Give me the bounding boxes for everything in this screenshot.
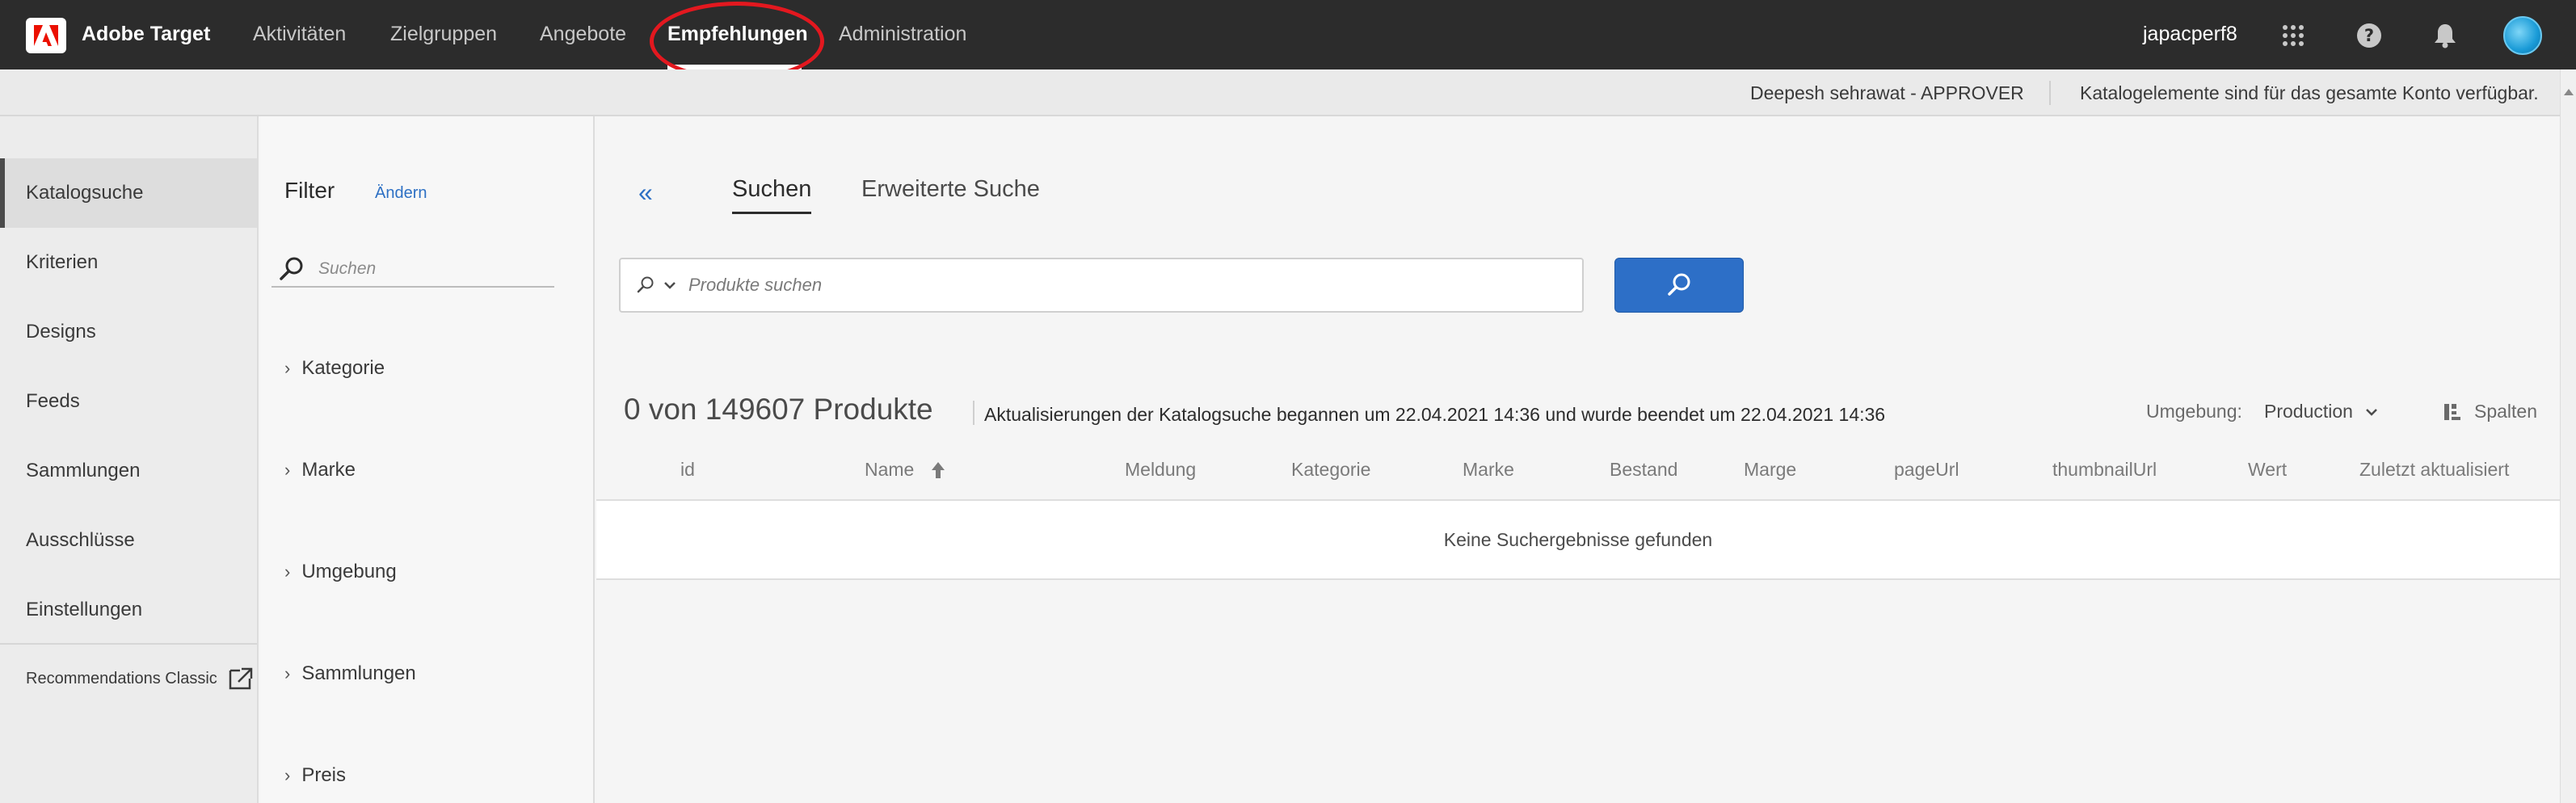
column-header-meldung[interactable]: Meldung [1125,459,1196,481]
sort-ascending-icon [932,461,945,478]
nav-kriterien[interactable]: Kriterien [0,228,257,297]
column-header-marke[interactable]: Marke [1463,459,1514,481]
filter-search-input[interactable]: Suchen [271,252,554,288]
catalog-update-status: Aktualisierungen der Katalogsuche begann… [984,404,1886,425]
chevron-right-icon: › [284,460,291,480]
nav-ausschluesse[interactable]: Ausschlüsse [0,506,257,575]
nav-designs[interactable]: Designs [0,297,257,367]
avatar[interactable] [2503,16,2542,55]
environment-value: Production [2264,401,2353,422]
divider [2049,81,2051,105]
environment-label: Umgebung: [2146,401,2242,422]
chevron-right-icon: › [284,358,291,378]
search-icon [280,257,303,280]
app-name[interactable]: Adobe Target [82,23,210,46]
facet-kategorie[interactable]: › Kategorie [284,357,385,380]
facet-umgebung[interactable]: › Umgebung [284,561,397,583]
search-icon [1668,273,1690,296]
facet-label: Marke [301,459,356,481]
vertical-scrollbar[interactable] [2560,69,2576,803]
help-icon[interactable]: ? [2351,18,2387,53]
divider [973,401,974,425]
apps-grid-icon[interactable] [2275,18,2311,53]
nav-einstellungen[interactable]: Einstellungen [0,575,257,645]
main-content: « Suchen Erweiterte Suche Produkte suche… [596,116,2560,803]
divider [0,643,257,645]
nav-administration[interactable]: Administration [839,23,966,46]
scroll-up-icon[interactable] [2564,89,2574,95]
search-icon [637,276,654,293]
column-header-name[interactable]: Name [865,459,946,481]
column-header-id[interactable]: id [680,459,695,481]
left-navigation: Katalogsuche Kriterien Designs Feeds Sam… [0,116,259,803]
chevron-down-icon[interactable] [663,280,677,290]
filter-change-link[interactable]: Ändern [375,184,427,203]
filter-search-placeholder: Suchen [318,259,377,278]
nav-aktivitaeten[interactable]: Aktivitäten [253,23,346,46]
facet-marke[interactable]: › Marke [284,459,356,481]
facet-sammlungen[interactable]: › Sammlungen [284,662,416,685]
filter-panel: Filter Ändern Suchen › Kategorie › Marke… [260,116,595,803]
search-button[interactable] [1614,258,1744,313]
columns-icon [2444,403,2460,420]
notification-bell-icon[interactable] [2427,18,2463,53]
sub-header-bar: Deepesh sehrawat - APPROVER Katalogeleme… [0,69,2576,116]
nav-angebote[interactable]: Angebote [540,23,626,46]
column-header-marge[interactable]: Marge [1744,459,1796,481]
collapse-panel-icon[interactable]: « [638,178,653,208]
column-header-thumbnailurl[interactable]: thumbnailUrl [2052,459,2157,481]
adobe-logo-icon[interactable] [26,18,66,53]
column-header-label: Name [865,459,915,480]
nav-feeds[interactable]: Feeds [0,367,257,436]
user-name[interactable]: japacperf8 [2143,23,2237,46]
result-count: 0 von 149607 Produkte [624,393,933,426]
catalog-notice: Katalogelemente sind für das gesamte Kon… [2080,82,2539,103]
facet-label: Umgebung [301,561,397,582]
svg-text:?: ? [2364,26,2374,45]
approver-label: Deepesh sehrawat - APPROVER [1750,82,2024,103]
column-header-bestand[interactable]: Bestand [1610,459,1677,481]
chevron-down-icon [2366,408,2377,416]
recommendations-classic-link[interactable]: Recommendations Classic [26,666,255,692]
classic-link-label: Recommendations Classic [26,669,217,687]
column-header-pageurl[interactable]: pageUrl [1894,459,1959,481]
empty-results-message: Keine Suchergebnisse gefunden [1443,528,1713,550]
chevron-right-icon: › [284,561,291,582]
product-search-input[interactable]: Produkte suchen [619,258,1584,313]
column-header-kategorie[interactable]: Kategorie [1291,459,1370,481]
columns-label: Spalten [2474,401,2538,422]
external-link-icon [229,667,253,690]
nav-katalogsuche[interactable]: Katalogsuche [0,158,257,228]
product-search-placeholder: Produkte suchen [688,275,823,295]
nav-sammlungen[interactable]: Sammlungen [0,436,257,506]
empty-results-row: Keine Suchergebnisse gefunden [596,501,2560,580]
chevron-right-icon: › [284,663,291,683]
nav-zielgruppen[interactable]: Zielgruppen [390,23,497,46]
tab-suchen[interactable]: Suchen [732,176,811,203]
active-tab-indicator [732,212,811,214]
facet-label: Kategorie [301,357,385,379]
top-bar: Adobe Target Aktivitäten Zielgruppen Ang… [0,0,2576,81]
environment-select[interactable]: Production [2264,401,2379,423]
facet-label: Sammlungen [301,662,416,684]
facet-preis[interactable]: › Preis [284,764,346,787]
column-header-wert[interactable]: Wert [2248,459,2287,481]
tab-erweiterte-suche[interactable]: Erweiterte Suche [861,176,1040,203]
chevron-right-icon: › [284,765,291,785]
filter-title: Filter [284,178,335,203]
column-header-zuletzt-aktualisiert[interactable]: Zuletzt aktualisiert [2359,459,2509,481]
facet-label: Preis [301,764,347,786]
columns-button[interactable]: Spalten [2442,401,2537,423]
